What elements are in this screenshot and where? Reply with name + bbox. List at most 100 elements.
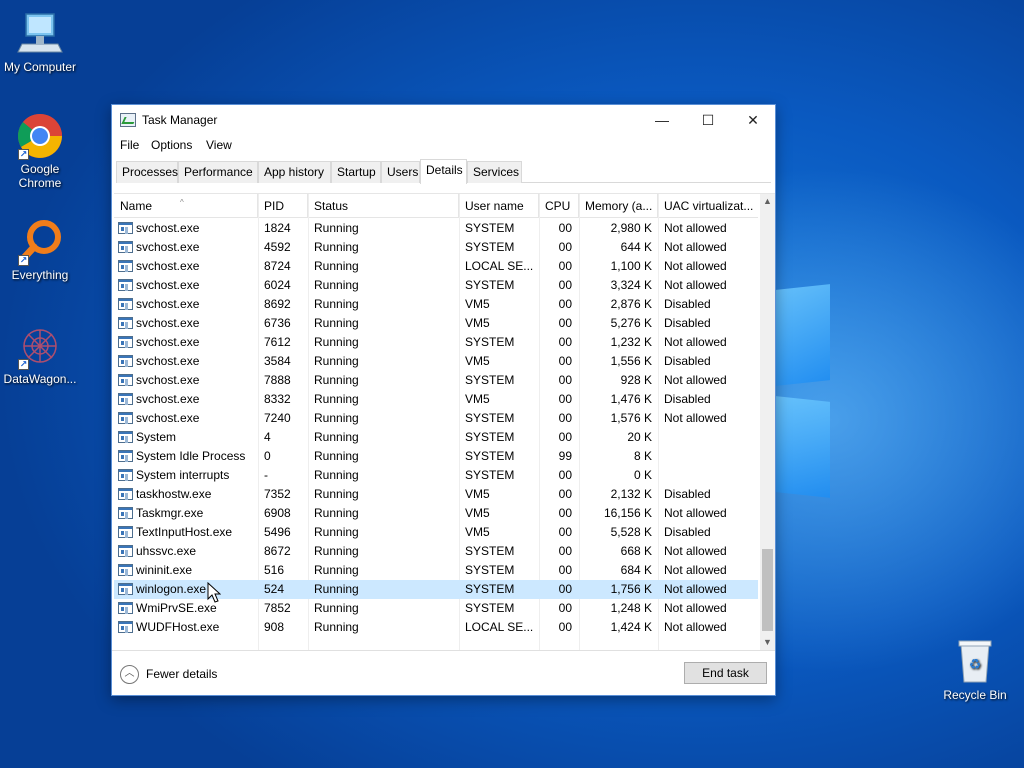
tab-users[interactable]: Users bbox=[381, 161, 420, 183]
shortcut-arrow-icon: ↗ bbox=[18, 149, 29, 160]
menu-view[interactable]: View bbox=[206, 138, 232, 152]
tab-startup[interactable]: Startup bbox=[331, 161, 381, 183]
cell-cpu: 00 bbox=[558, 582, 572, 596]
table-row[interactable]: System interrupts - Running SYSTEM 00 0 K bbox=[114, 466, 758, 485]
table-row[interactable]: svchost.exe 1824 Running SYSTEM 00 2,980 K Not… bbox=[114, 219, 758, 238]
table-row[interactable]: svchost.exe 7888 Running SYSTEM 00 928 K Not a… bbox=[114, 371, 758, 390]
cell-pid: 7352 bbox=[264, 487, 291, 501]
menu-file[interactable]: File bbox=[120, 138, 139, 152]
desktop-icon-google-chrome[interactable]: ↗ Google Chrome bbox=[0, 112, 80, 190]
scroll-down-icon[interactable]: ▼ bbox=[760, 635, 775, 650]
cell-uac: Not allowed bbox=[664, 259, 727, 273]
title-bar[interactable]: Task Manager — ☐ ✕ bbox=[112, 105, 775, 135]
table-row[interactable]: svchost.exe 8332 Running VM5 00 1,476 K Disabl… bbox=[114, 390, 758, 409]
cell-uac: Not allowed bbox=[664, 544, 727, 558]
table-row[interactable]: WUDFHost.exe 908 Running LOCAL SE... 00 1,424… bbox=[114, 618, 758, 637]
table-row[interactable]: svchost.exe 8724 Running LOCAL SE... 00 1,100… bbox=[114, 257, 758, 276]
vertical-scrollbar[interactable]: ▲ ▼ bbox=[760, 194, 775, 650]
tab-details[interactable]: Details bbox=[420, 159, 467, 184]
cell-uac: Not allowed bbox=[664, 335, 727, 349]
table-row[interactable]: svchost.exe 6736 Running VM5 00 5,276 K Disabl… bbox=[114, 314, 758, 333]
table-row[interactable]: svchost.exe 4592 Running SYSTEM 00 644 K Not a… bbox=[114, 238, 758, 257]
column-status[interactable]: Status bbox=[308, 194, 459, 218]
tab-performance[interactable]: Performance bbox=[178, 161, 258, 183]
chevron-up-icon[interactable]: ︿ bbox=[120, 665, 139, 684]
cell-status: Running bbox=[314, 335, 359, 349]
end-task-button[interactable]: End task bbox=[684, 662, 767, 684]
cell-status: Running bbox=[314, 259, 359, 273]
table-row[interactable]: taskhostw.exe 7352 Running VM5 00 2,132 K Disa… bbox=[114, 485, 758, 504]
table-row[interactable]: Taskmgr.exe 6908 Running VM5 00 16,156 K Not a… bbox=[114, 504, 758, 523]
cell-uac: Disabled bbox=[664, 316, 711, 330]
cell-name: winlogon.exe bbox=[136, 582, 207, 596]
cell-status: Running bbox=[314, 468, 359, 482]
cell-pid: 3584 bbox=[264, 354, 291, 368]
desktop-icon-datawagon[interactable]: ↗ DataWagon... bbox=[0, 322, 80, 386]
cell-pid: 1824 bbox=[264, 221, 291, 235]
desktop-icon-everything[interactable]: ↗ Everything bbox=[0, 218, 80, 282]
cell-cpu: 00 bbox=[558, 392, 572, 406]
minimize-button[interactable]: — bbox=[639, 105, 685, 135]
tab-services[interactable]: Services bbox=[467, 161, 522, 183]
column-pid[interactable]: PID bbox=[258, 194, 308, 218]
table-row[interactable]: wininit.exe 516 Running SYSTEM 00 684 K Not al… bbox=[114, 561, 758, 580]
cell-cpu: 00 bbox=[558, 221, 572, 235]
close-button[interactable]: ✕ bbox=[730, 105, 776, 135]
process-icon bbox=[118, 222, 133, 234]
column-cpu[interactable]: CPU bbox=[539, 194, 579, 218]
cell-name: WmiPrvSE.exe bbox=[136, 601, 217, 615]
cell-name: svchost.exe bbox=[136, 373, 200, 387]
table-row[interactable]: uhssvc.exe 8672 Running SYSTEM 00 668 K Not al… bbox=[114, 542, 758, 561]
tab-app-history[interactable]: App history bbox=[258, 161, 331, 183]
menu-bar: File Options View bbox=[112, 135, 775, 157]
cell-uac: Disabled bbox=[664, 297, 711, 311]
cell-name: svchost.exe bbox=[136, 411, 200, 425]
table-row[interactable]: svchost.exe 3584 Running VM5 00 1,556 K Disabl… bbox=[114, 352, 758, 371]
cell-user-name: SYSTEM bbox=[465, 468, 515, 482]
desktop-icon-recycle-bin[interactable]: ♻ Recycle Bin bbox=[935, 638, 1015, 702]
cell-cpu: 00 bbox=[558, 601, 572, 615]
cell-name: uhssvc.exe bbox=[136, 544, 197, 558]
mouse-cursor-icon bbox=[207, 582, 221, 603]
column-name[interactable]: ^ Name bbox=[114, 194, 258, 218]
cell-pid: 8332 bbox=[264, 392, 291, 406]
menu-options[interactable]: Options bbox=[151, 138, 192, 152]
cell-status: Running bbox=[314, 316, 359, 330]
table-row[interactable]: svchost.exe 6024 Running SYSTEM 00 3,324 K Not… bbox=[114, 276, 758, 295]
cell-memory: 5,276 K bbox=[610, 316, 652, 330]
table-row[interactable]: svchost.exe 7612 Running SYSTEM 00 1,232 K Not… bbox=[114, 333, 758, 352]
cell-uac: Not allowed bbox=[664, 601, 727, 615]
desktop-icon-my-computer[interactable]: My Computer bbox=[0, 10, 80, 74]
fewer-details-link[interactable]: Fewer details bbox=[146, 667, 217, 681]
cell-cpu: 00 bbox=[558, 620, 572, 634]
shortcut-arrow-icon: ↗ bbox=[18, 359, 29, 370]
table-row[interactable]: System Idle Process 0 Running SYSTEM 99 8 K bbox=[114, 447, 758, 466]
cell-status: Running bbox=[314, 373, 359, 387]
table-row[interactable]: System 4 Running SYSTEM 00 20 K bbox=[114, 428, 758, 447]
cell-cpu: 00 bbox=[558, 430, 572, 444]
cell-name: System interrupts bbox=[136, 468, 230, 482]
scroll-thumb[interactable] bbox=[762, 549, 773, 631]
cell-user-name: SYSTEM bbox=[465, 582, 515, 596]
cell-cpu: 00 bbox=[558, 544, 572, 558]
tab-processes[interactable]: Processes bbox=[116, 161, 178, 183]
cell-name: svchost.exe bbox=[136, 335, 200, 349]
cell-pid: 516 bbox=[264, 563, 285, 577]
scroll-up-icon[interactable]: ▲ bbox=[760, 194, 775, 209]
cell-name: wininit.exe bbox=[136, 563, 193, 577]
column-memory[interactable]: Memory (a... bbox=[579, 194, 658, 218]
cell-name: System bbox=[136, 430, 177, 444]
cell-uac: Not allowed bbox=[664, 411, 727, 425]
column-uac-virtualization[interactable]: UAC virtualizat... bbox=[658, 194, 758, 218]
table-row[interactable]: TextInputHost.exe 5496 Running VM5 00 5,528 K… bbox=[114, 523, 758, 542]
cell-uac bbox=[664, 428, 756, 447]
cell-pid: 7888 bbox=[264, 373, 291, 387]
cell-user-name: VM5 bbox=[465, 316, 490, 330]
maximize-button[interactable]: ☐ bbox=[685, 105, 731, 135]
process-icon bbox=[118, 583, 133, 595]
cell-user-name: LOCAL SE... bbox=[465, 259, 534, 273]
table-row[interactable]: svchost.exe 7240 Running SYSTEM 00 1,576 K Not… bbox=[114, 409, 758, 428]
cell-status: Running bbox=[314, 620, 359, 634]
table-row[interactable]: svchost.exe 8692 Running VM5 00 2,876 K Disabl… bbox=[114, 295, 758, 314]
column-user-name[interactable]: User name bbox=[459, 194, 539, 218]
